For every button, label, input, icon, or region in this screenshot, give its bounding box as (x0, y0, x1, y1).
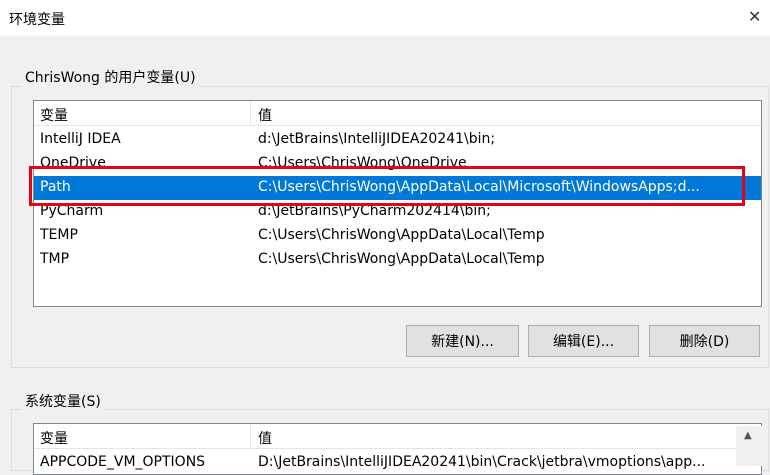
new-button[interactable]: 新建(N)... (406, 325, 519, 357)
variable-name: IntelliJ IDEA (40, 131, 121, 147)
column-header-value[interactable]: 值 (258, 428, 272, 448)
delete-button[interactable]: 删除(D) (649, 325, 760, 357)
table-row[interactable]: APPCODE_VM_OPTIONS D:\JetBrains\IntelliJ… (34, 451, 761, 474)
table-row[interactable]: IntelliJ IDEA d:\JetBrains\IntelliJIDEA2… (34, 128, 761, 152)
close-icon[interactable]: ✕ (748, 7, 761, 26)
annotation-highlight-box (29, 166, 745, 206)
column-divider[interactable] (250, 101, 251, 125)
column-header-variable[interactable]: 变量 (40, 105, 68, 125)
system-vars-list[interactable]: 变量 值 APPCODE_VM_OPTIONS D:\JetBrains\Int… (33, 423, 762, 475)
column-header-value[interactable]: 值 (258, 105, 272, 125)
table-row[interactable]: TEMP C:\Users\ChrisWong\AppData\Local\Te… (34, 224, 761, 248)
variable-value: d:\JetBrains\IntelliJIDEA20241\bin; (258, 131, 496, 147)
variable-name: TMP (40, 251, 70, 267)
scroll-up-arrow-icon[interactable]: ▲ (744, 430, 752, 441)
list-header: 变量 值 (34, 424, 761, 449)
scrollbar[interactable]: ▲ (736, 426, 762, 466)
variable-value: D:\JetBrains\IntelliJIDEA20241\bin\Crack… (258, 454, 706, 470)
edit-button[interactable]: 编辑(E)... (528, 325, 639, 357)
list-header: 变量 值 (34, 101, 761, 126)
column-header-variable[interactable]: 变量 (40, 428, 68, 448)
variable-value: C:\Users\ChrisWong\AppData\Local\Temp (258, 251, 545, 267)
column-divider[interactable] (250, 424, 251, 448)
variable-name: TEMP (40, 227, 78, 243)
table-row[interactable]: TMP C:\Users\ChrisWong\AppData\Local\Tem… (34, 248, 761, 272)
window-title: 环境变量 (9, 12, 65, 28)
system-vars-label: 系统变量(S) (22, 391, 104, 411)
user-vars-label: ChrisWong 的用户变量(U) (22, 67, 199, 87)
variable-value: C:\Users\ChrisWong\AppData\Local\Temp (258, 227, 545, 243)
title-bar: 环境变量 ✕ (0, 0, 770, 36)
variable-name: APPCODE_VM_OPTIONS (40, 454, 206, 470)
